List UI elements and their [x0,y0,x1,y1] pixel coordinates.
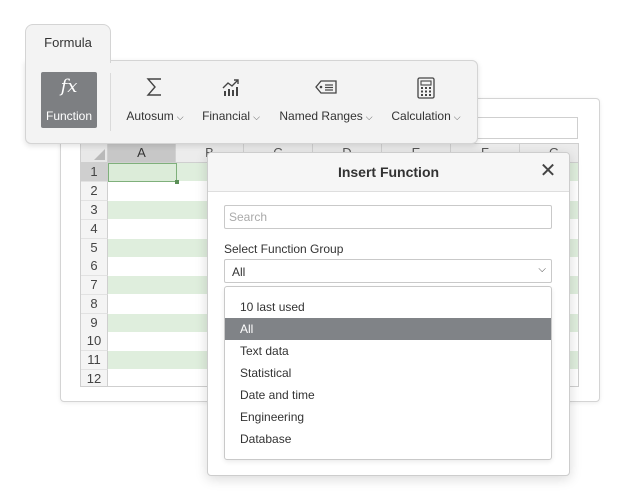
named-ranges-label: Named Ranges [279,109,363,123]
option-statistical[interactable]: Statistical [225,362,551,384]
financial-button[interactable]: Financial ⌵ [196,61,266,143]
chevron-down-icon: ⌵ [176,112,184,122]
dialog-header: Insert Function ✕ [208,153,569,192]
tag-icon [276,77,376,103]
row-header-6[interactable]: 6 [81,257,108,276]
row-header-2[interactable]: 2 [81,182,108,201]
function-label: Function [45,109,93,123]
financial-label: Financial [202,109,251,123]
option-database[interactable]: Database [225,428,551,450]
row-header-9[interactable]: 9 [81,314,108,333]
sigma-icon [118,77,192,103]
row-header-4[interactable]: 4 [81,220,108,239]
row-header-5[interactable]: 5 [81,239,108,258]
function-group-listbox: 10 last used All Text data Statistical D… [224,286,552,460]
option-text-data[interactable]: Text data [225,340,551,362]
close-icon[interactable]: ✕ [539,161,557,181]
row-header-7[interactable]: 7 [81,276,108,295]
calculation-label: Calculation [391,109,451,123]
dialog-title: Insert Function [337,164,440,180]
row-header-3[interactable]: 3 [81,201,108,220]
chevron-down-icon: ⌵ [365,112,373,122]
chevron-down-icon: ⌵ [538,264,546,275]
row-header-10[interactable]: 10 [81,332,108,351]
select-all-corner[interactable] [81,144,108,163]
tab-formula[interactable]: Formula [25,24,111,63]
financial-chart-icon [196,77,266,103]
option-date-and-time[interactable]: Date and time [225,384,551,406]
calculator-icon [388,77,464,103]
function-group-label: Select Function Group [224,242,344,256]
selected-cell-a1[interactable] [108,163,179,184]
row-header-11[interactable]: 11 [81,351,108,370]
named-ranges-button[interactable]: Named Ranges ⌵ [276,61,376,143]
row-header-8[interactable]: 8 [81,295,108,314]
column-header-a[interactable]: A [108,144,176,163]
chevron-down-icon: ⌵ [253,112,260,122]
function-button[interactable]: fx Function [41,72,97,128]
function-group-select[interactable]: All ⌵ [224,259,552,283]
option-10-last-used[interactable]: 10 last used [225,296,551,318]
row-header-12[interactable]: 12 [81,370,108,386]
search-input[interactable] [224,205,552,229]
option-engineering[interactable]: Engineering [225,406,551,428]
fx-icon: fx [60,76,78,97]
autosum-label: Autosum [126,109,174,123]
insert-function-dialog: Insert Function ✕ Select Function Group … [207,152,570,476]
calculation-button[interactable]: Calculation ⌵ [388,61,464,143]
ribbon-divider [110,73,111,131]
formula-ribbon: fx Function Autosum ⌵ Financial ⌵ Named … [25,60,478,144]
function-group-value: All [232,265,246,279]
formula-bar[interactable] [477,117,578,139]
option-all[interactable]: All [225,318,551,340]
chevron-down-icon: ⌵ [453,112,461,122]
autosum-button[interactable]: Autosum ⌵ [118,61,192,143]
row-header-1[interactable]: 1 [81,163,108,182]
